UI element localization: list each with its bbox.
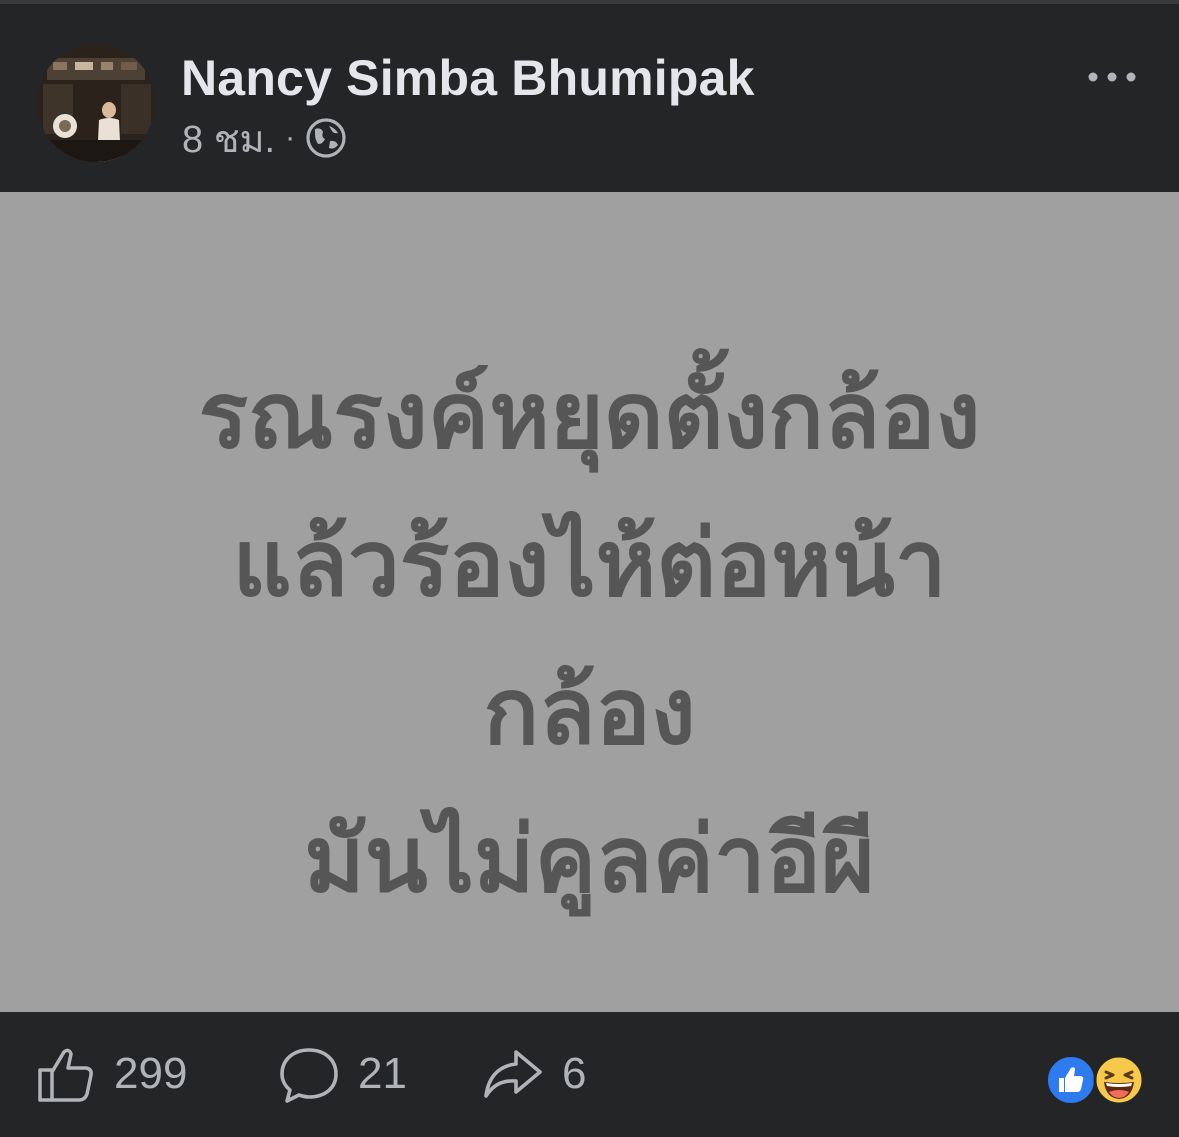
post-header: Nancy Simba Bhumipak 8 ชม. · <box>0 4 1179 192</box>
share-button[interactable]: 6 <box>482 1044 586 1104</box>
globe-icon <box>305 117 347 159</box>
like-button[interactable]: 299 <box>36 1044 187 1104</box>
more-options-icon[interactable] <box>1084 62 1140 92</box>
like-count: 299 <box>114 1049 188 1098</box>
post-text: รณรงค์หยุดตั้งกล้อง แล้วร้องไห้ต่อหน้า ก… <box>0 342 1179 934</box>
haha-reaction-icon <box>1093 1054 1145 1106</box>
reaction-summary[interactable] <box>1046 1054 1146 1106</box>
post-time[interactable]: 8 ชม. <box>182 108 275 169</box>
share-count: 6 <box>562 1049 587 1098</box>
facebook-post: Nancy Simba Bhumipak 8 ชม. · รณรงค์หยุดต… <box>0 0 1179 1137</box>
author-avatar[interactable] <box>37 44 155 162</box>
post-text-line: กล้อง <box>483 658 696 765</box>
comment-icon <box>280 1048 338 1103</box>
post-text-line: มันไม่คูลค่าอีผี <box>304 806 875 913</box>
post-content[interactable]: รณรงค์หยุดตั้งกล้อง แล้วร้องไห้ต่อหน้า ก… <box>0 192 1179 1012</box>
author-name[interactable]: Nancy Simba Bhumipak <box>181 49 755 107</box>
meta-separator: · <box>285 121 296 154</box>
comment-count: 21 <box>358 1049 407 1098</box>
post-meta: 8 ชม. · <box>182 116 347 161</box>
post-text-line: รณรงค์หยุดตั้งกล้อง <box>198 362 981 469</box>
thumbs-up-icon <box>38 1048 93 1102</box>
post-footer: 299 21 6 <box>0 1012 1179 1137</box>
share-icon <box>484 1050 542 1098</box>
comment-button[interactable]: 21 <box>278 1044 407 1104</box>
like-reaction-icon <box>1046 1055 1096 1105</box>
post-text-line: แล้วร้องไห้ต่อหน้า <box>232 510 947 617</box>
